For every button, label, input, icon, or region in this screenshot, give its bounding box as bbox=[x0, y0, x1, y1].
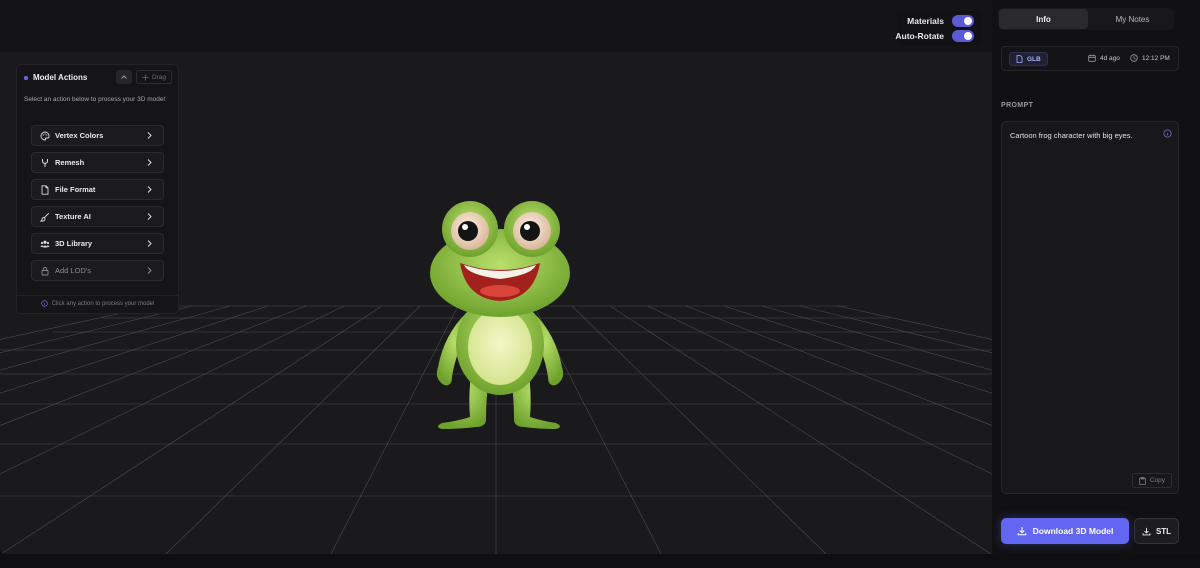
copy-button[interactable]: Copy bbox=[1131, 473, 1172, 488]
action-label: Texture AI bbox=[55, 212, 91, 221]
tab-my-notes[interactable]: My Notes bbox=[1088, 9, 1177, 29]
action-texture-ai[interactable]: Texture AI bbox=[31, 206, 164, 227]
file-icon bbox=[1016, 55, 1023, 63]
time-text: 12:12 PM bbox=[1142, 54, 1170, 62]
action-label: Vertex Colors bbox=[55, 131, 104, 140]
download-icon bbox=[1142, 527, 1151, 535]
action-vertex-colors[interactable]: Vertex Colors bbox=[31, 125, 164, 146]
model-age: 4d ago bbox=[1088, 54, 1120, 62]
drag-label: Drag bbox=[151, 73, 167, 81]
prompt-box: Cartoon frog character with big eyes. Co… bbox=[1001, 121, 1179, 494]
action-label: Add LOD's bbox=[55, 266, 92, 275]
copy-label: Copy bbox=[1149, 477, 1165, 484]
grid-line bbox=[761, 305, 992, 371]
chevron-right-icon bbox=[147, 267, 152, 274]
grid-line bbox=[837, 305, 992, 340]
file-icon bbox=[40, 184, 50, 195]
chevron-right-icon bbox=[147, 213, 152, 220]
chevron-right-icon bbox=[147, 186, 152, 193]
calendar-icon bbox=[1088, 54, 1096, 62]
download-3d-model-button[interactable]: Download 3D Model bbox=[1001, 518, 1129, 544]
action-remesh[interactable]: Remesh bbox=[31, 152, 164, 173]
grid-line bbox=[571, 305, 827, 554]
grid-line bbox=[0, 305, 155, 340]
download-icon bbox=[1017, 527, 1026, 536]
download-label: Download 3D Model bbox=[1032, 526, 1114, 536]
download-stl-button[interactable]: STL bbox=[1134, 518, 1179, 544]
move-icon bbox=[142, 73, 149, 81]
model-time: 12:12 PM bbox=[1130, 54, 1170, 62]
brush-icon bbox=[40, 212, 50, 222]
action-label: File Format bbox=[55, 185, 96, 194]
grid-line bbox=[165, 305, 421, 554]
grid-line bbox=[0, 305, 231, 371]
auto-rotate-toggle-row: Auto-Rotate bbox=[895, 30, 974, 42]
clock-icon bbox=[1130, 54, 1138, 62]
materials-toggle-row: Materials bbox=[907, 15, 974, 27]
prompt-label: PROMPT bbox=[1001, 102, 1034, 109]
palette-icon bbox=[40, 131, 50, 141]
fork-icon bbox=[40, 158, 50, 168]
action-label: 3D Library bbox=[55, 239, 93, 248]
model-actions-panel: Model Actions Drag Select an action belo… bbox=[16, 64, 179, 314]
format-badge: GLB bbox=[1009, 52, 1048, 66]
drag-handle[interactable]: Drag bbox=[136, 70, 172, 84]
action-3d-library[interactable]: 3D Library bbox=[31, 233, 164, 254]
grid-line bbox=[0, 305, 383, 554]
grid-line bbox=[0, 305, 345, 475]
action-file-format[interactable]: File Format bbox=[31, 179, 164, 200]
model-actions-subtitle: Select an action below to process your 3… bbox=[24, 96, 165, 103]
auto-rotate-toggle-label: Auto-Rotate bbox=[895, 31, 944, 41]
chevron-right-icon bbox=[147, 240, 152, 247]
info-icon bbox=[40, 300, 48, 307]
users-icon bbox=[40, 239, 50, 249]
app-window: Materials Auto-Rotate Model Actions Drag… bbox=[0, 0, 1200, 568]
panel-tabs: Info My Notes bbox=[998, 8, 1174, 30]
chevron-right-icon bbox=[147, 132, 152, 139]
model-actions-header: Model Actions bbox=[24, 73, 87, 82]
status-dot-icon bbox=[24, 75, 28, 80]
tab-info[interactable]: Info bbox=[999, 9, 1088, 29]
info-side-panel: Info My Notes GLB 4d ago 12:12 PM PROMPT… bbox=[992, 0, 1200, 554]
age-text: 4d ago bbox=[1100, 54, 1120, 62]
prompt-text: Cartoon frog character with big eyes. bbox=[1010, 131, 1133, 140]
chevron-right-icon bbox=[147, 159, 152, 166]
grid-line bbox=[609, 305, 992, 554]
materials-toggle-label: Materials bbox=[907, 16, 944, 26]
3d-viewport[interactable]: Materials Auto-Rotate Model Actions Drag… bbox=[0, 0, 992, 554]
action-label: Remesh bbox=[55, 158, 85, 167]
auto-rotate-toggle[interactable] bbox=[952, 30, 974, 42]
model-actions-title: Model Actions bbox=[33, 73, 88, 82]
action-add-lods[interactable]: Add LOD's bbox=[31, 260, 164, 281]
lock-icon bbox=[40, 266, 50, 276]
footer-hint: Click any action to process your model bbox=[51, 300, 155, 307]
model-actions-footer: Click any action to process your model bbox=[17, 295, 178, 307]
grid-line bbox=[647, 305, 992, 475]
info-icon[interactable] bbox=[1163, 129, 1172, 138]
model-meta-bar: GLB 4d ago 12:12 PM bbox=[1001, 46, 1179, 71]
stl-label: STL bbox=[1155, 526, 1172, 536]
collapse-button[interactable] bbox=[116, 70, 132, 84]
clipboard-icon bbox=[1139, 476, 1146, 485]
format-label: GLB bbox=[1027, 55, 1041, 63]
chevron-up-icon bbox=[121, 75, 127, 79]
materials-toggle[interactable] bbox=[952, 15, 974, 27]
frog-3d-model[interactable] bbox=[420, 195, 580, 435]
